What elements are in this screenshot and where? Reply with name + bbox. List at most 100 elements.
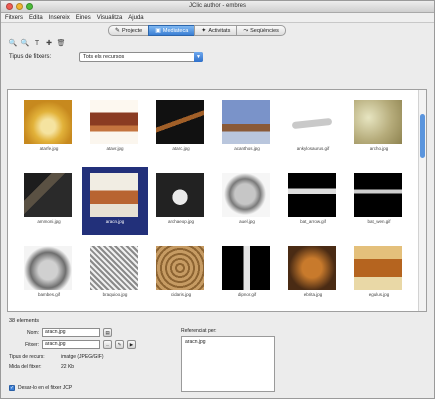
file-type-value: Tots els recursos xyxy=(83,54,125,60)
media-thumbnail[interactable]: bambes.gif xyxy=(16,240,82,308)
media-toolbar: 🔍 🔍 T ✚ 🗑 xyxy=(9,39,66,48)
media-thumbnail[interactable]: atarfe.jpg xyxy=(16,94,82,162)
media-thumbnail-caption: ankylosaurus.gif xyxy=(296,146,330,151)
tab-projecte[interactable]: ✎ Projecte xyxy=(108,25,150,36)
media-thumbnail-caption: bat_arrow.gif xyxy=(300,219,326,224)
media-thumbnail-image xyxy=(288,100,336,144)
type-value: imatge (JPEG/GIF) xyxy=(61,354,104,360)
references-label: Referenciat per: xyxy=(181,328,217,334)
activity-icon: ✦ xyxy=(201,27,207,34)
media-thumbnail-image xyxy=(24,173,72,217)
media-thumbnail[interactable]: ankylosaurus.gif xyxy=(280,94,346,162)
scroll-thumb[interactable] xyxy=(420,114,425,158)
zoom-out-icon[interactable]: 🔍 xyxy=(21,39,30,47)
media-thumbnail[interactable]: archaeop.jpg xyxy=(148,167,214,235)
menu-eines[interactable]: Eines xyxy=(76,15,91,21)
browse-file-button[interactable]: ... xyxy=(103,340,112,349)
text-icon[interactable]: T xyxy=(33,39,41,47)
window-title: JClic author - embres xyxy=(188,3,247,9)
media-thumbnail-image xyxy=(288,246,336,290)
media-thumbnail[interactable]: auel.jpg xyxy=(214,167,280,235)
media-thumbnail[interactable]: atavr.jpg xyxy=(82,94,148,162)
file-type-select[interactable]: Tots els recursos ▼ xyxy=(79,52,203,62)
media-thumbnail-caption: bat_wen.gif xyxy=(367,219,391,224)
menu-fitxers[interactable]: Fitxers xyxy=(5,15,23,21)
pencil-icon: ✎ xyxy=(115,27,121,34)
media-thumbnail[interactable]: acanthos.jpg xyxy=(214,94,280,162)
media-thumbnail-image xyxy=(354,100,402,144)
size-label: Mida del fitxer: xyxy=(9,364,42,370)
delete-icon[interactable]: 🗑 xyxy=(57,39,66,47)
save-in-jcp-row: ✓ Desar-lo en el fitxer JCP xyxy=(9,385,72,391)
media-thumbnail-caption: bambes.gif xyxy=(37,292,60,297)
media-thumbnail[interactable]: cidaris.jpg xyxy=(148,240,214,308)
media-thumbnail-caption: aracn.jpg xyxy=(105,219,125,224)
media-thumbnail-caption: atavr.jpg xyxy=(106,146,124,151)
name-field[interactable]: aracn.jpg xyxy=(42,328,100,337)
media-thumbnail[interactable]: egulus.jpg xyxy=(346,240,412,308)
media-thumbnail-image xyxy=(222,100,270,144)
media-thumbnail-image xyxy=(354,173,402,217)
zoom-in-icon[interactable]: 🔍 xyxy=(9,39,18,47)
size-value: 22 Kb xyxy=(61,364,75,370)
media-thumbnail-caption: acanthos.jpg xyxy=(234,146,260,151)
chevron-down-icon: ▼ xyxy=(194,52,203,62)
menu-bar: Fitxers Edita Insereix Eines Visualitza … xyxy=(1,13,434,23)
media-thumbnail[interactable]: bat_wen.gif xyxy=(346,167,412,235)
media-thumbnail-caption: auel.jpg xyxy=(239,219,255,224)
play-file-button[interactable]: ▶ xyxy=(127,340,136,349)
tab-activitats[interactable]: ✦ Activitats xyxy=(194,25,238,36)
media-thumbnail-caption: ebrita.jpg xyxy=(303,292,323,297)
menu-visualitza[interactable]: Visualitza xyxy=(97,15,123,21)
media-thumbnail-image xyxy=(90,246,138,290)
type-row: Tipus de recurs: imatge (JPEG/GIF) xyxy=(9,354,104,360)
edit-name-button[interactable]: ▤ xyxy=(103,328,112,337)
media-thumbnail[interactable]: dipnor.gif xyxy=(214,240,280,308)
media-thumbnail[interactable]: aracn.jpg xyxy=(82,167,148,235)
menu-edita[interactable]: Edita xyxy=(29,15,43,21)
tab-label: Projecte xyxy=(122,27,143,34)
media-icon: ▣ xyxy=(155,27,161,34)
media-thumbnail-image xyxy=(156,246,204,290)
name-row: Nom: aracn.jpg ▤ xyxy=(9,328,112,337)
media-thumbnail-image xyxy=(90,173,138,217)
media-thumbnail-image xyxy=(156,173,204,217)
media-thumbnail-image xyxy=(222,173,270,217)
save-in-jcp-checkbox[interactable]: ✓ xyxy=(9,385,15,391)
menu-ajuda[interactable]: Ajuda xyxy=(128,15,143,21)
media-thumbnail[interactable]: bat_arrow.gif xyxy=(280,167,346,235)
media-thumbnail-caption: ammoni.jpg xyxy=(37,219,61,224)
media-thumbnail-image xyxy=(24,246,72,290)
sequence-icon: ⤳ xyxy=(243,27,249,34)
media-thumbnail[interactable]: archo.jpg xyxy=(346,94,412,162)
media-thumbnail[interactable]: braquioo.jpg xyxy=(82,240,148,308)
media-thumbnail[interactable]: atarc.jpg xyxy=(148,94,214,162)
media-thumbnail[interactable]: ebrita.jpg xyxy=(280,240,346,308)
media-thumbnail-caption: atarfe.jpg xyxy=(39,146,59,151)
media-grid: atarfe.jpg atavr.jpg atarc.jpg acanthos.jpg… xyxy=(7,89,427,312)
section-tabs: ✎ Projecte ▣ Mediateca ✦ Activitats ⤳ Se… xyxy=(108,25,286,36)
type-label: Tipus de recurs: xyxy=(9,354,45,360)
menu-insereix[interactable]: Insereix xyxy=(49,15,70,21)
skeleton-shape xyxy=(291,117,333,130)
name-label: Nom: xyxy=(27,329,39,336)
media-scrollbar[interactable] xyxy=(418,90,426,311)
media-thumbnail-caption: archaeop.jpg xyxy=(167,219,195,224)
reference-item[interactable]: aracn.jpg xyxy=(182,337,274,347)
file-field[interactable]: aracn.jpg xyxy=(42,340,100,349)
references-list[interactable]: aracn.jpg xyxy=(181,336,275,392)
edit-file-button[interactable]: ✎ xyxy=(115,340,124,349)
file-type-label: Tipus de fitxers: xyxy=(9,54,52,60)
media-thumbnail-image xyxy=(288,173,336,217)
media-thumbnail-caption: egulus.jpg xyxy=(368,292,390,297)
title-bar: JClic author - embres xyxy=(1,1,434,13)
tab-mediateca[interactable]: ▣ Mediateca xyxy=(148,25,196,36)
tab-sequencies[interactable]: ⤳ Seqüències xyxy=(236,25,286,36)
media-thumbnail-caption: braquioo.jpg xyxy=(102,292,128,297)
file-label: Fitxer: xyxy=(25,341,39,348)
add-media-icon[interactable]: ✚ xyxy=(45,39,53,47)
tab-label: Mediateca xyxy=(162,27,189,34)
media-thumbnail-image xyxy=(90,100,138,144)
media-thumbnail[interactable]: ammoni.jpg xyxy=(16,167,82,235)
media-thumbnail-caption: archo.jpg xyxy=(369,146,389,151)
